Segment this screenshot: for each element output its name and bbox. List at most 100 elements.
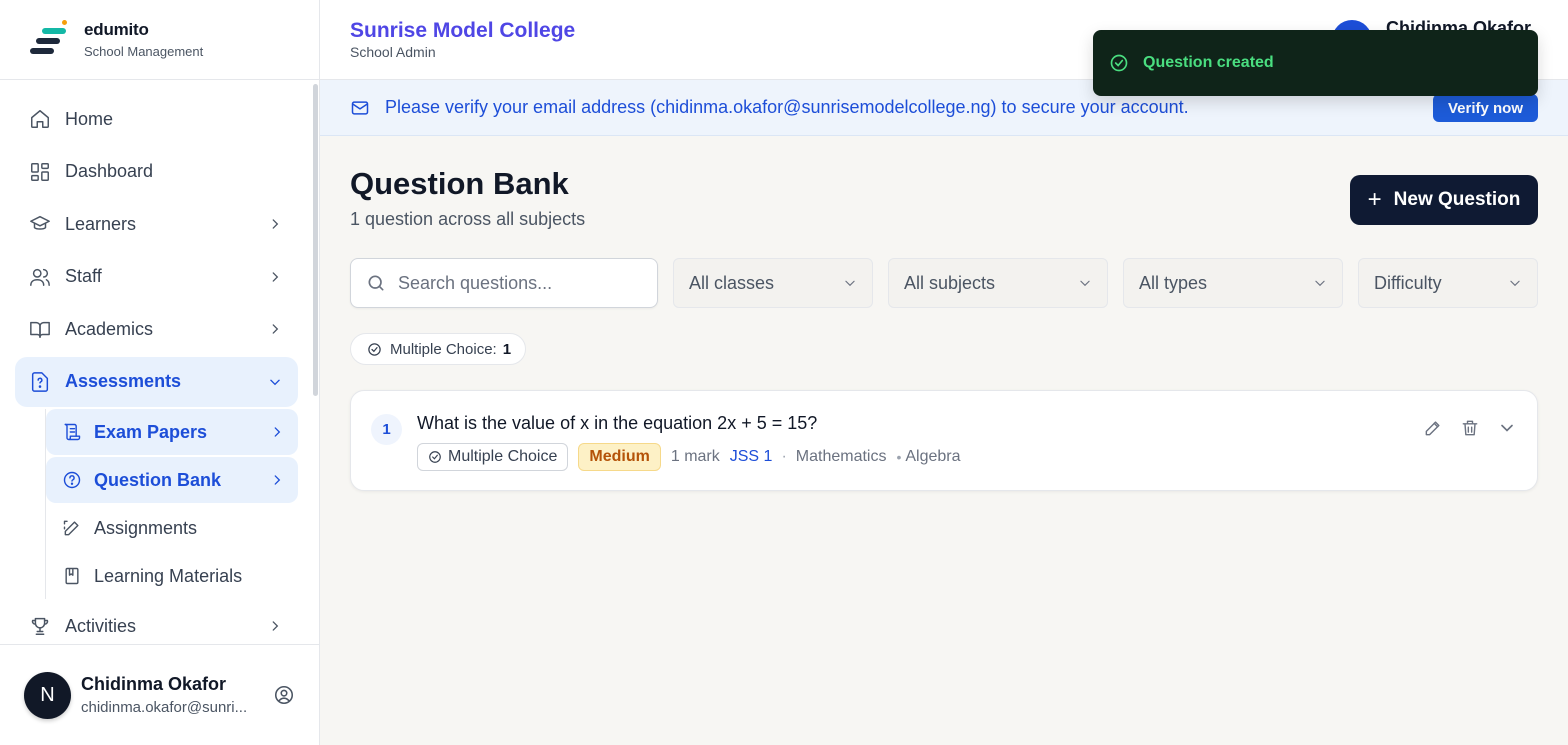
- chevron-right-icon: [272, 621, 279, 631]
- question-type-label: Multiple Choice: [448, 448, 558, 465]
- difficulty-filter-select[interactable]: Difficulty: [1358, 258, 1538, 308]
- verify-now-button[interactable]: Verify now: [1432, 94, 1538, 122]
- sidebar-item-label: Learners: [65, 213, 137, 234]
- user-name: Chidinma Okafor: [81, 674, 227, 694]
- chevron-down-icon: [1510, 280, 1520, 287]
- question-text: What is the value of x in the equation 2…: [417, 413, 818, 433]
- avatar: N: [24, 671, 71, 719]
- brand-logo-icon: [28, 19, 68, 60]
- sidebar-item-dashboard[interactable]: Dashboard: [15, 147, 298, 197]
- check-circle-icon: [1110, 54, 1128, 72]
- sidebar-item-exam-papers[interactable]: Exam Papers: [46, 409, 298, 455]
- school-name: Sunrise Model College: [350, 19, 576, 42]
- sidebar-item-home[interactable]: Home: [15, 94, 298, 144]
- question-subject: Mathematics: [795, 448, 887, 465]
- sidebar-item-academics[interactable]: Academics: [15, 304, 298, 354]
- type-filter-value: All types: [1139, 272, 1208, 293]
- question-type-badge: Multiple Choice: [417, 443, 569, 471]
- chevron-down-icon[interactable]: [1497, 418, 1517, 438]
- question-number: 1: [371, 414, 402, 445]
- user-role: School Admin: [350, 44, 436, 60]
- separator-bullet: •: [896, 449, 902, 465]
- user-email: chidinma.okafor@sunri...: [81, 699, 248, 716]
- edit-icon: [62, 518, 82, 538]
- brand-name: edumito: [84, 20, 149, 39]
- subject-filter-value: All subjects: [904, 272, 996, 293]
- chevron-down-icon: [845, 280, 855, 287]
- sidebar-item-learners[interactable]: Learners: [15, 199, 298, 249]
- question-circle-icon: [62, 470, 82, 490]
- sidebar-scrollbar[interactable]: [313, 84, 318, 396]
- banner-message: Please verify your email address (chidin…: [385, 97, 1189, 117]
- users-icon: [29, 266, 51, 288]
- toast-message: Question created: [1143, 54, 1274, 71]
- search-input[interactable]: [398, 272, 638, 294]
- file-question-icon: [29, 371, 51, 393]
- trash-icon[interactable]: [1460, 418, 1480, 438]
- graduation-cap-icon: [29, 213, 51, 235]
- difficulty-badge: Medium: [578, 443, 661, 471]
- sidebar-item-label: Staff: [65, 266, 102, 286]
- user-circle-icon[interactable]: [273, 684, 295, 706]
- dashboard-icon: [29, 161, 51, 183]
- question-actions: [1406, 418, 1517, 438]
- question-meta: Multiple Choice Medium 1 mark JSS 1 · Ma…: [417, 443, 961, 471]
- chevron-right-icon: [272, 271, 279, 282]
- question-class: JSS 1: [729, 448, 773, 465]
- sidebar: edumito School Management Home Dashboard…: [0, 0, 320, 745]
- chevron-down-icon: [270, 379, 280, 385]
- mail-icon: [351, 100, 369, 115]
- sidebar-item-label: Academics: [65, 318, 154, 339]
- chip-label: Multiple Choice:: [390, 340, 497, 358]
- home-icon: [29, 108, 51, 130]
- difficulty-filter-value: Difficulty: [1374, 272, 1442, 293]
- check-circle-icon: [368, 342, 381, 356]
- page-subtitle: 1 question across all subjects: [350, 209, 586, 229]
- sidebar-item-staff[interactable]: Staff: [15, 252, 298, 302]
- subject-filter-select[interactable]: All subjects: [888, 258, 1108, 308]
- pencil-icon[interactable]: [1423, 418, 1443, 438]
- plus-icon: +: [1367, 186, 1382, 213]
- check-circle-icon: [429, 451, 441, 463]
- chevron-down-icon: [1315, 280, 1325, 287]
- assessments-submenu: Exam Papers Question Bank Assignments Le…: [45, 409, 298, 599]
- sidebar-item-label: Assignments: [94, 517, 198, 538]
- chevron-down-icon: [1080, 280, 1090, 287]
- separator-dot: ·: [781, 448, 787, 465]
- class-filter-select[interactable]: All classes: [673, 258, 873, 308]
- sidebar-item-label: Dashboard: [65, 161, 154, 181]
- trophy-icon: [29, 615, 51, 637]
- sidebar-item-label: Activities: [65, 615, 137, 636]
- type-filter-select[interactable]: All types: [1123, 258, 1343, 308]
- sidebar-nav: Home Dashboard Learners Staff Academics …: [15, 94, 298, 654]
- book-open-icon: [29, 318, 51, 340]
- page-title: Question Bank: [350, 166, 569, 201]
- search-box[interactable]: [350, 258, 658, 308]
- sidebar-item-question-bank[interactable]: Question Bank: [46, 457, 298, 503]
- chip-count: 1: [502, 340, 512, 358]
- type-count-chip[interactable]: Multiple Choice: 1: [350, 333, 527, 365]
- toast-notification: Question created: [1093, 30, 1538, 96]
- chevron-right-icon: [274, 475, 281, 485]
- new-question-button[interactable]: + New Question: [1350, 175, 1538, 225]
- sidebar-item-assessments[interactable]: Assessments: [15, 356, 298, 407]
- chevron-right-icon: [272, 219, 279, 229]
- chevron-right-icon: [274, 427, 281, 437]
- sidebar-item-learning-materials[interactable]: Learning Materials: [46, 553, 298, 599]
- question-topic: Algebra: [905, 448, 961, 465]
- question-card[interactable]: 1 What is the value of x in the equation…: [350, 390, 1538, 491]
- brand-tagline: School Management: [84, 44, 204, 59]
- brand[interactable]: edumito School Management: [0, 0, 319, 80]
- chevron-right-icon: [272, 324, 279, 334]
- new-question-label: New Question: [1393, 189, 1521, 210]
- sidebar-item-label: Exam Papers: [94, 421, 208, 442]
- scroll-icon: [62, 422, 82, 442]
- sidebar-item-label: Learning Materials: [94, 565, 243, 586]
- sidebar-item-label: Home: [65, 108, 114, 129]
- search-icon: [368, 275, 384, 291]
- question-marks: 1 mark: [670, 448, 720, 465]
- sidebar-item-assignments[interactable]: Assignments: [46, 505, 298, 551]
- user-profile[interactable]: N Chidinma Okafor chidinma.okafor@sunri.…: [0, 644, 319, 745]
- book-icon: [62, 566, 82, 586]
- sidebar-item-label: Assessments: [65, 371, 182, 391]
